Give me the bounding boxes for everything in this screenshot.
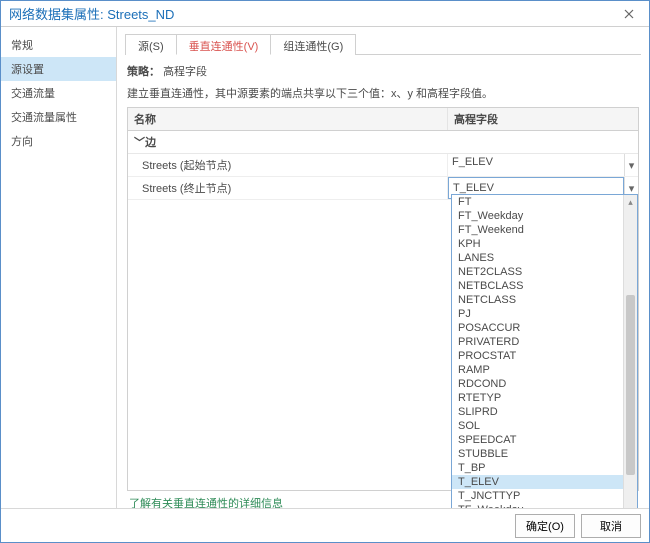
dropdown-item[interactable]: RTETYP xyxy=(452,391,623,405)
strategy-label: 策略： xyxy=(127,66,160,78)
grid-header: 名称 高程字段 xyxy=(128,108,638,131)
table-row: Streets (起始节点) F_ELEV ▾ xyxy=(128,154,638,177)
body: 常规 源设置 交通流量 交通流量属性 方向 源(S) 垂直连通性(V) 组连通性… xyxy=(1,27,649,508)
elev-select-from[interactable]: F_ELEV xyxy=(448,154,624,176)
sidebar-item-traffic-attrs[interactable]: 交通流量属性 xyxy=(1,105,116,129)
row-value-cell[interactable]: T_ELEV ▾ FTFT_WeekdayFT_WeekendKPHLANESN… xyxy=(448,177,638,199)
dropdown-item[interactable]: SPEEDCAT xyxy=(452,433,623,447)
window-title: 网络数据集属性: Streets_ND xyxy=(9,4,613,23)
dropdown-items: FTFT_WeekdayFT_WeekendKPHLANESNET2CLASSN… xyxy=(452,195,623,508)
strategy-value: 高程字段 xyxy=(163,66,207,78)
dropdown-item[interactable]: KPH xyxy=(452,237,623,251)
scroll-thumb[interactable] xyxy=(626,295,635,475)
sidebar-item-directions[interactable]: 方向 xyxy=(1,129,116,153)
sidebar-item-general[interactable]: 常规 xyxy=(1,33,116,57)
dropdown-item[interactable]: RDCOND xyxy=(452,377,623,391)
close-button[interactable] xyxy=(613,4,645,24)
dropdown-item[interactable]: PRIVATERD xyxy=(452,335,623,349)
scroll-up-icon[interactable]: ▴ xyxy=(624,195,637,209)
group-row-edge[interactable]: ﹀ 边 xyxy=(128,131,638,154)
strategy-row: 策略： 高程字段 xyxy=(127,61,639,85)
dropdown-item[interactable]: STUBBLE xyxy=(452,447,623,461)
tab-vertical-connectivity[interactable]: 垂直连通性(V) xyxy=(176,34,272,55)
row-value-cell[interactable]: F_ELEV ▾ xyxy=(448,154,638,176)
dropdown-item[interactable]: LANES xyxy=(452,251,623,265)
close-icon xyxy=(624,9,634,19)
dropdown-item[interactable]: PROCSTAT xyxy=(452,349,623,363)
elevation-grid: 名称 高程字段 ﹀ 边 Streets (起始节点) F_ELEV ▾ xyxy=(127,107,639,491)
scrollbar[interactable]: ▴ ▾ xyxy=(623,195,637,508)
dropdown-item[interactable]: POSACCUR xyxy=(452,321,623,335)
dropdown-item[interactable]: T_ELEV xyxy=(452,475,623,489)
strategy-description: 建立垂直连通性，其中源要素的端点共享以下三个值：x、y 和高程字段值。 xyxy=(127,85,639,101)
footer: 确定(O) 取消 xyxy=(1,508,649,542)
dialog: 网络数据集属性: Streets_ND 常规 源设置 交通流量 交通流量属性 方… xyxy=(0,0,650,543)
grid-header-elev: 高程字段 xyxy=(448,108,638,130)
dropdown-item[interactable]: FT_Weekend xyxy=(452,223,623,237)
collapse-icon: ﹀ xyxy=(134,134,142,150)
ok-button[interactable]: 确定(O) xyxy=(515,514,575,538)
dropdown-item[interactable]: SLIPRD xyxy=(452,405,623,419)
tab-sources[interactable]: 源(S) xyxy=(125,34,177,55)
content-section: 策略： 高程字段 建立垂直连通性，其中源要素的端点共享以下三个值：x、y 和高程… xyxy=(125,55,641,508)
row-name: Streets (终止节点) xyxy=(128,177,448,199)
dropdown-item[interactable]: T_BP xyxy=(452,461,623,475)
dropdown-list: FTFT_WeekdayFT_WeekendKPHLANESNET2CLASSN… xyxy=(451,194,638,508)
dropdown-item[interactable]: NETCLASS xyxy=(452,293,623,307)
sidebar-item-traffic[interactable]: 交通流量 xyxy=(1,81,116,105)
sidebar-item-source-settings[interactable]: 源设置 xyxy=(1,57,116,81)
title-bar: 网络数据集属性: Streets_ND xyxy=(1,1,649,27)
sidebar: 常规 源设置 交通流量 交通流量属性 方向 xyxy=(1,27,117,508)
dropdown-item[interactable]: NET2CLASS xyxy=(452,265,623,279)
grid-header-name: 名称 xyxy=(128,108,448,130)
chevron-down-icon: ▾ xyxy=(624,154,638,176)
dropdown-item[interactable]: PJ xyxy=(452,307,623,321)
elev-select-to-text: T_ELEV xyxy=(453,182,494,194)
dropdown-item[interactable]: T_JNCTTYP xyxy=(452,489,623,503)
dropdown-item[interactable]: FT_Weekday xyxy=(452,209,623,223)
cancel-button[interactable]: 取消 xyxy=(581,514,641,538)
main-panel: 源(S) 垂直连通性(V) 组连通性(G) 策略： 高程字段 建立垂直连通性，其… xyxy=(117,27,649,508)
dropdown-item[interactable]: TF_Weekday xyxy=(452,503,623,508)
dropdown-item[interactable]: NETBCLASS xyxy=(452,279,623,293)
dropdown-item[interactable]: FT xyxy=(452,195,623,209)
group-label: 边 xyxy=(145,137,156,149)
dropdown-item[interactable]: SOL xyxy=(452,419,623,433)
tab-group-connectivity[interactable]: 组连通性(G) xyxy=(270,34,356,55)
table-row: Streets (终止节点) T_ELEV ▾ FTFT_WeekdayFT_W… xyxy=(128,177,638,200)
dropdown-item[interactable]: RAMP xyxy=(452,363,623,377)
tab-bar: 源(S) 垂直连通性(V) 组连通性(G) xyxy=(125,33,641,55)
row-name: Streets (起始节点) xyxy=(128,154,448,176)
